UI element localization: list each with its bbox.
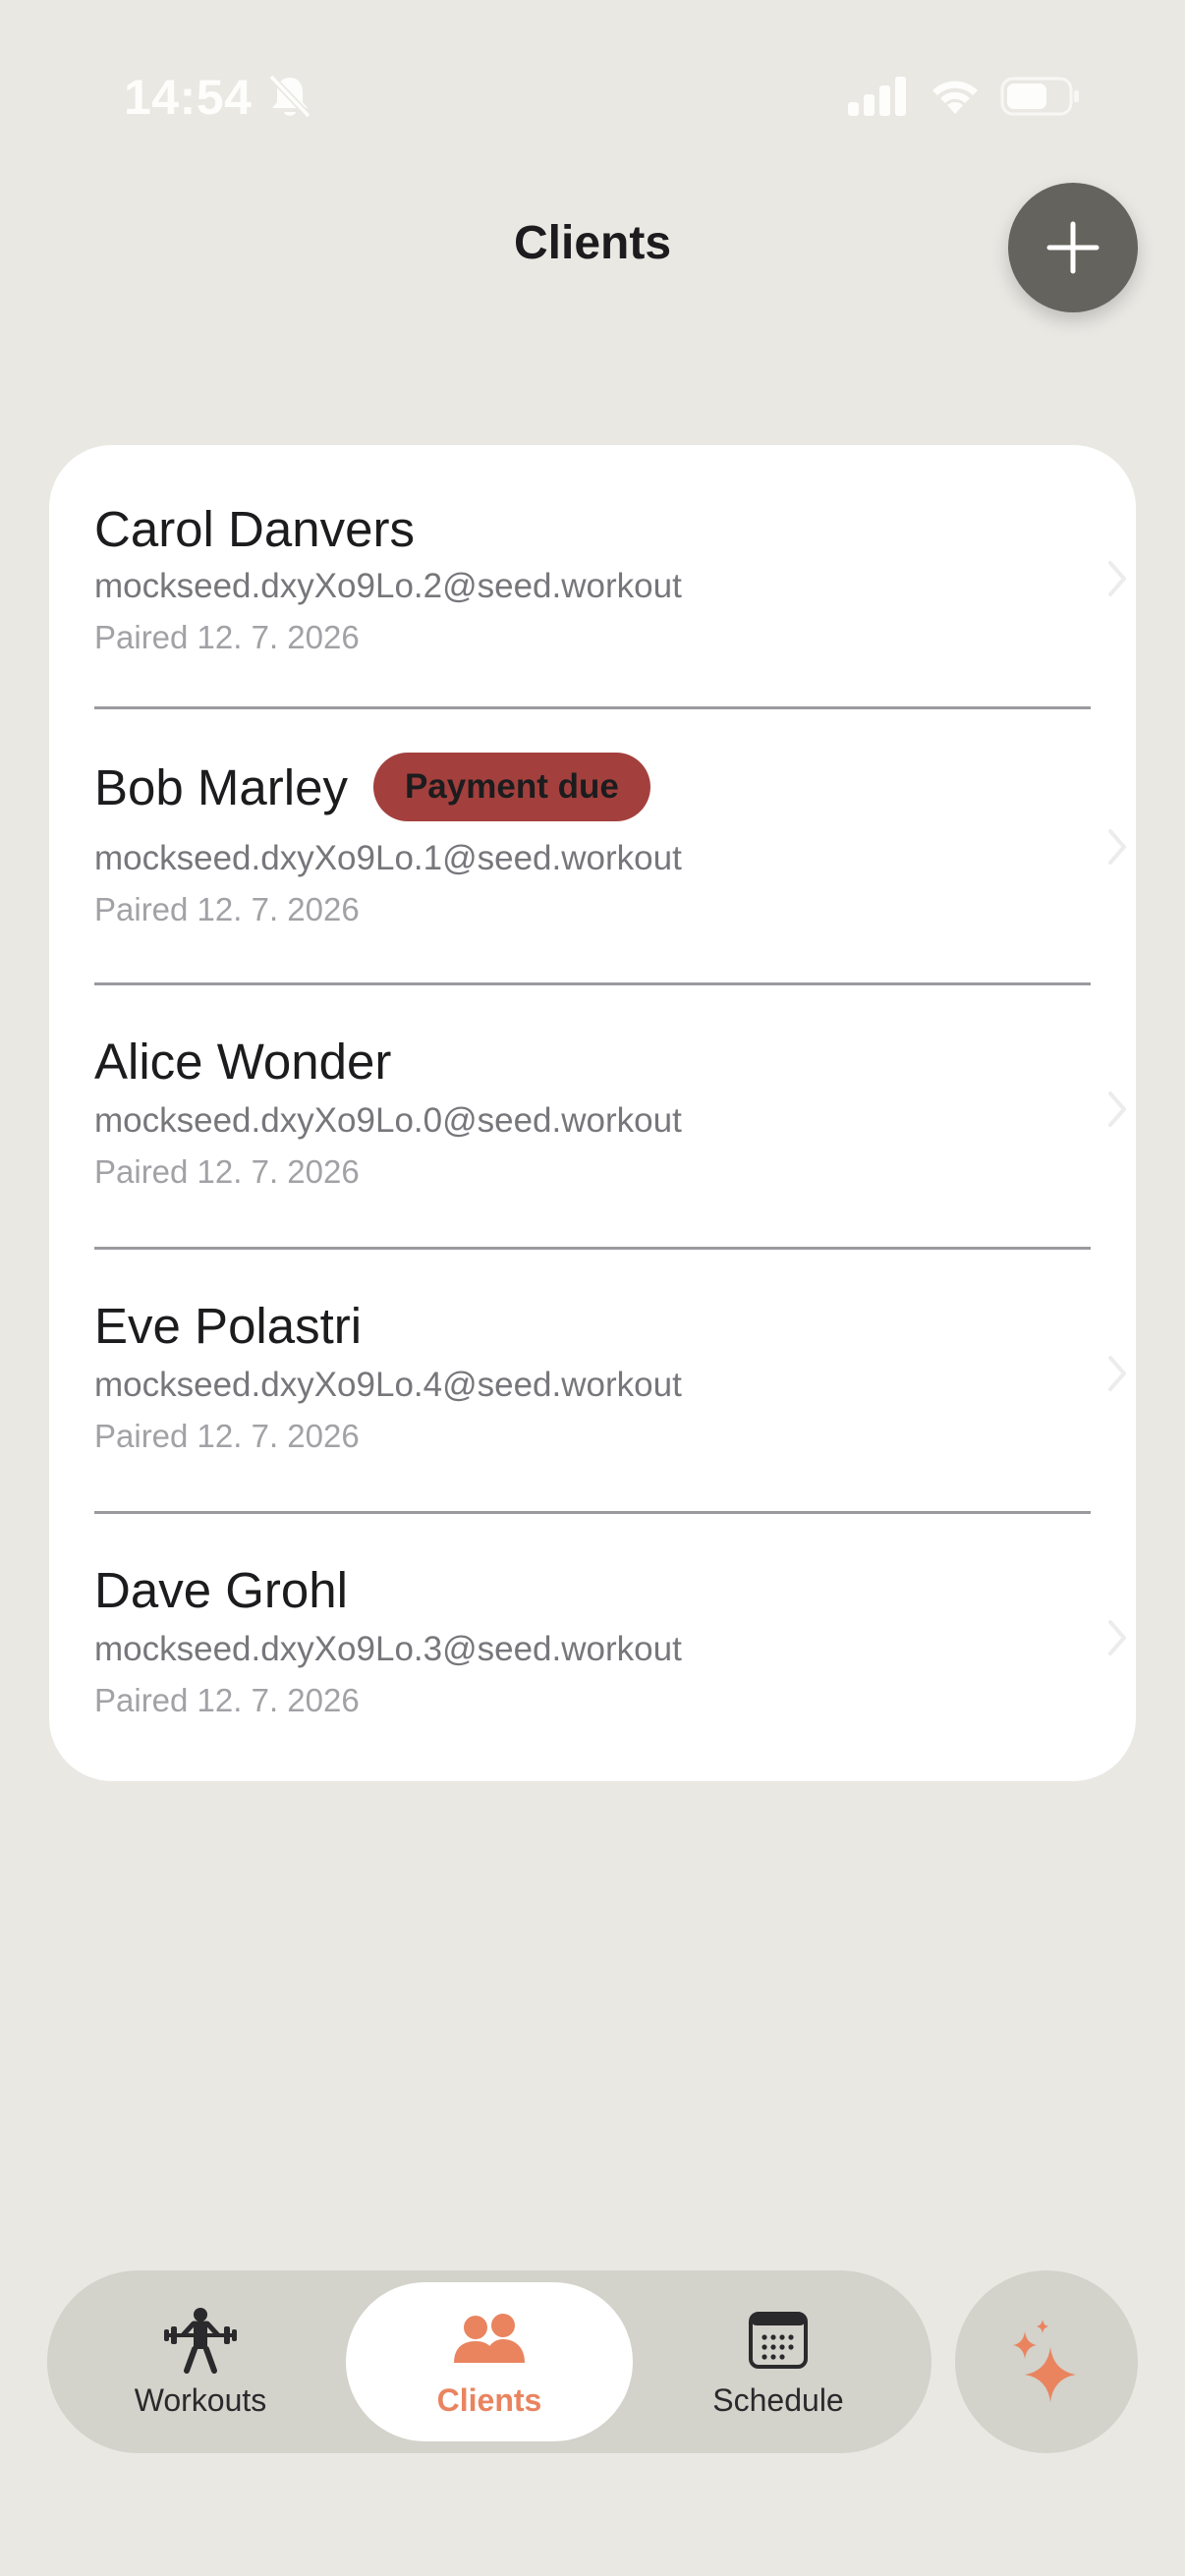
plus-icon [1046, 221, 1100, 274]
payment-due-badge: Payment due [372, 753, 650, 821]
client-email: mockseed.dxyXo9Lo.0@seed.workout [94, 1101, 682, 1140]
tab-bar: Workouts Clients Schedule [47, 2270, 931, 2453]
chevron-right-icon [1108, 829, 1126, 865]
client-email: mockseed.dxyXo9Lo.2@seed.workout [94, 567, 682, 605]
client-list: Carol Danvers mockseed.dxyXo9Lo.2@seed.w… [49, 445, 1136, 1781]
client-row[interactable]: Bob Marley Payment due mockseed.dxyXo9Lo… [49, 709, 1136, 984]
client-paired-date: Paired 12. 7. 2026 [94, 1682, 360, 1718]
weightlifter-icon [164, 2307, 237, 2374]
client-row[interactable]: Eve Polastri mockseed.dxyXo9Lo.4@seed.wo… [49, 1250, 1136, 1514]
ai-assistant-button[interactable] [955, 2270, 1138, 2453]
cellular-signal-icon [848, 77, 906, 116]
tab-label: Workouts [134, 2381, 267, 2418]
client-row[interactable]: Dave Grohl mockseed.dxyXo9Lo.3@seed.work… [49, 1514, 1136, 1781]
battery-icon [1000, 77, 1079, 116]
client-email: mockseed.dxyXo9Lo.1@seed.workout [94, 839, 682, 877]
chevron-right-icon [1108, 561, 1126, 596]
client-name: Carol Danvers [94, 500, 415, 557]
client-paired-date: Paired 12. 7. 2026 [94, 1153, 360, 1190]
status-time: 14:54 [124, 70, 253, 125]
chevron-right-icon [1108, 1092, 1126, 1127]
client-paired-date: Paired 12. 7. 2026 [94, 1418, 360, 1454]
tab-clients[interactable]: Clients [346, 2282, 633, 2441]
client-name: Bob Marley [94, 758, 348, 815]
client-name: Dave Grohl [94, 1561, 348, 1618]
client-paired-date: Paired 12. 7. 2026 [94, 619, 360, 655]
client-row[interactable]: Carol Danvers mockseed.dxyXo9Lo.2@seed.w… [49, 445, 1136, 710]
client-email: mockseed.dxyXo9Lo.4@seed.workout [94, 1366, 682, 1404]
people-icon [454, 2313, 525, 2363]
tab-schedule[interactable]: Schedule [643, 2282, 914, 2441]
add-client-button[interactable] [1008, 183, 1138, 312]
tab-label: Schedule [712, 2381, 844, 2418]
chevron-right-icon [1108, 1620, 1126, 1655]
bell-slash-icon [268, 74, 311, 119]
wifi-icon [932, 81, 978, 114]
client-row[interactable]: Alice Wonder mockseed.dxyXo9Lo.0@seed.wo… [49, 985, 1136, 1250]
status-bar: 14:54 [0, 0, 1185, 196]
client-name: Eve Polastri [94, 1297, 363, 1354]
calendar-icon [749, 2311, 808, 2369]
tab-label: Clients [436, 2381, 542, 2418]
client-paired-date: Paired 12. 7. 2026 [94, 891, 360, 927]
sparkles-icon [1013, 2320, 1076, 2402]
chevron-right-icon [1108, 1356, 1126, 1391]
tab-workouts[interactable]: Workouts [65, 2282, 336, 2441]
client-name: Alice Wonder [94, 1033, 392, 1090]
client-email: mockseed.dxyXo9Lo.3@seed.workout [94, 1630, 682, 1668]
